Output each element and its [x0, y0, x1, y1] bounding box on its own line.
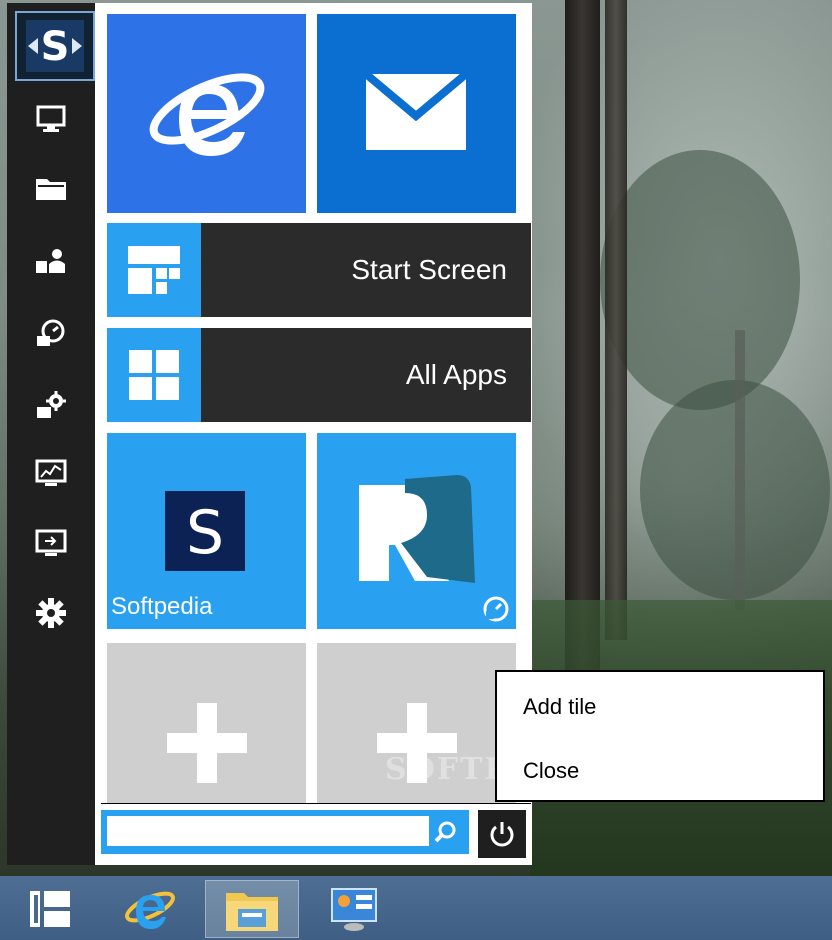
mail-icon: [366, 74, 466, 150]
user-icon[interactable]: [33, 243, 69, 279]
svg-text:S: S: [41, 24, 70, 70]
tree-trunk: [605, 0, 627, 640]
svg-text:S: S: [186, 498, 224, 568]
control-panel-icon[interactable]: [33, 387, 69, 423]
plus-icon: [167, 703, 247, 783]
restore-icon[interactable]: [33, 315, 69, 351]
taskbar-control-panel[interactable]: [307, 880, 401, 938]
close-menu-item[interactable]: Close: [523, 758, 579, 784]
internet-explorer-icon: [125, 891, 175, 929]
search-input[interactable]: [107, 816, 429, 846]
tree-trunk: [565, 0, 600, 700]
start-screen-icon: [107, 223, 201, 317]
search-box: [101, 810, 469, 854]
taskbar-file-explorer[interactable]: [205, 880, 299, 938]
power-button[interactable]: [478, 810, 526, 858]
performance-icon[interactable]: [33, 455, 69, 491]
start-screen-label: Start Screen: [351, 254, 507, 285]
computer-icon[interactable]: [33, 101, 69, 137]
app-r-tile[interactable]: [317, 433, 516, 629]
add-tile-placeholder[interactable]: [107, 643, 306, 803]
start-button[interactable]: [3, 880, 97, 938]
tree-foliage: [600, 150, 800, 410]
control-panel-icon: [331, 888, 377, 931]
folder-icon[interactable]: [33, 171, 69, 207]
app-logo-icon[interactable]: S: [15, 11, 95, 81]
internet-explorer-icon: [149, 73, 265, 156]
internet-explorer-tile[interactable]: [107, 14, 306, 213]
start-menu-sidebar: S: [7, 3, 95, 865]
taskbar-internet-explorer[interactable]: [103, 880, 197, 938]
folder-icon: [226, 893, 278, 931]
search-icon[interactable]: [429, 816, 461, 848]
start-tiles-icon: [30, 891, 70, 927]
remote-desktop-icon[interactable]: [33, 525, 69, 561]
power-icon: [490, 822, 514, 847]
app-r-icon: [359, 475, 475, 583]
windows-logo-icon: [107, 328, 201, 422]
restore-badge-icon: [483, 596, 509, 622]
softpedia-label: Softpedia: [111, 593, 213, 620]
add-tile-menu-item[interactable]: Add tile: [523, 694, 596, 720]
start-screen-tile[interactable]: Start Screen: [107, 223, 531, 317]
taskbar: [0, 876, 832, 940]
all-apps-tile[interactable]: All Apps: [107, 328, 531, 422]
mail-tile[interactable]: [317, 14, 516, 213]
divider: [101, 803, 531, 804]
settings-icon[interactable]: [33, 595, 69, 631]
all-apps-label: All Apps: [405, 359, 507, 390]
softpedia-tile[interactable]: S Softpedia: [107, 433, 306, 629]
context-menu: Add tile Close: [495, 670, 825, 802]
tree-trunk: [735, 330, 745, 610]
softpedia-logo-icon: S: [165, 491, 245, 571]
